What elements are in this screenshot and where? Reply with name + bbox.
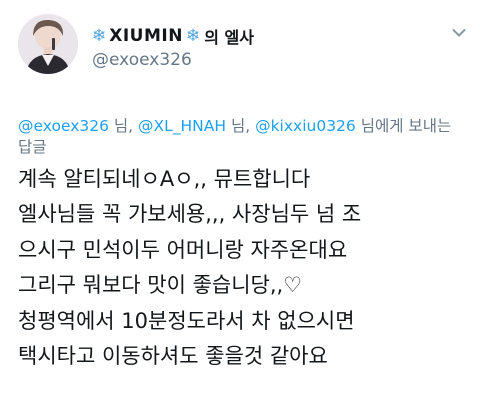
tweet-text-line: 계속 알티되네ㅇAㅇ,, 뮤트합니다 <box>18 167 311 191</box>
tweet-text-line: 택시타고 이동하셔도 좋을것 같아요 <box>18 344 328 369</box>
avatar[interactable] <box>18 14 78 74</box>
tweet-text-line: 그리구 뭐보다 맛이 좋습니당,,♡ <box>18 273 303 298</box>
author-display-name[interactable]: XIUMIN <box>109 26 183 46</box>
reply-separator: 님, <box>108 117 139 135</box>
reply-context: @exoex326 님, @XL_HNAH 님, @kixxiu0326 님에게… <box>18 116 466 158</box>
author-name-suffix[interactable]: 의 엘사 <box>204 24 254 48</box>
tweet-text-line: 으시구 민석이두 어머니랑 자주온대요 <box>18 237 348 262</box>
mention-link[interactable]: @exoex326 <box>18 117 109 135</box>
snowflake-icon: ❄ <box>92 26 107 46</box>
tweet-card: ❄ XIUMIN ❄ 의 엘사 @exoex326 @exoex326 님, @… <box>0 0 480 415</box>
author-name-row[interactable]: ❄ XIUMIN ❄ 의 엘사 <box>92 25 254 47</box>
mention-link[interactable]: @XL_HNAH <box>138 117 226 135</box>
tweet-text: 계속 알티되네ㅇAㅇ,, 뮤트합니다 엘사님들 꼭 가보세용,,, 사장님두 넘… <box>18 162 478 374</box>
snowflake-icon: ❄ <box>185 26 201 46</box>
mention-link[interactable]: @kixxiu0326 <box>255 117 356 135</box>
tweet-text-line: 청평역에서 10분정도라서 차 없으시면 <box>18 308 355 333</box>
reply-separator: 님, <box>226 117 256 135</box>
author-handle[interactable]: @exoex326 <box>92 50 192 70</box>
chevron-down-icon[interactable] <box>452 28 466 38</box>
tweet-text-line: 엘사님들 꼭 가보세용,,, 사장님두 넘 조 <box>18 202 362 227</box>
avatar-image <box>18 14 78 74</box>
